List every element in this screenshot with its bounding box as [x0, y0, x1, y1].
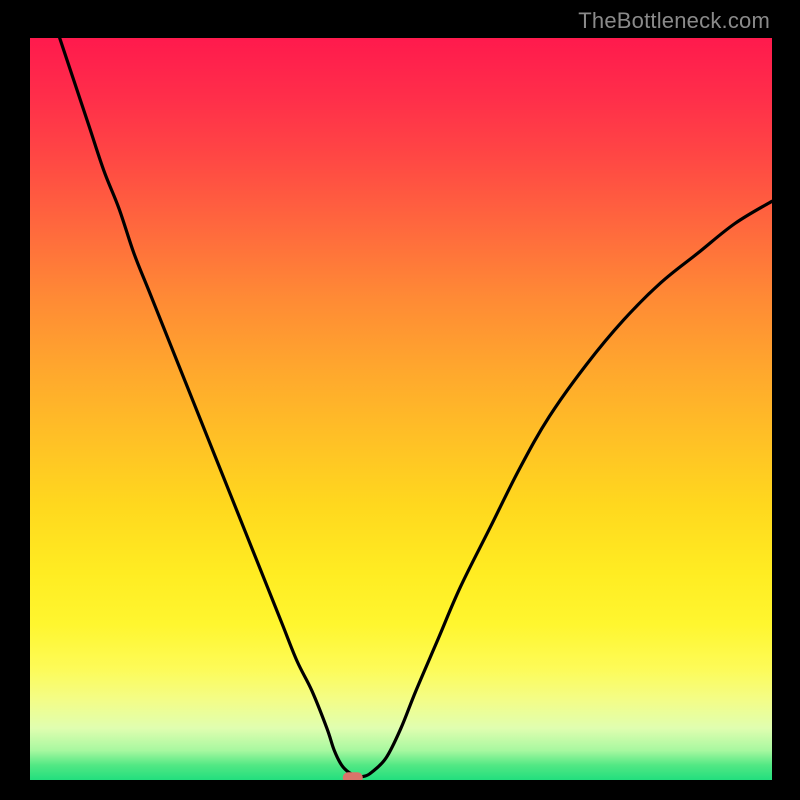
- chart-frame: TheBottleneck.com: [0, 0, 800, 800]
- min-point-marker: [343, 772, 363, 780]
- bottleneck-curve: [60, 38, 772, 777]
- curve-layer: [30, 38, 772, 780]
- watermark-text: TheBottleneck.com: [578, 8, 770, 34]
- plot-area: [30, 38, 772, 780]
